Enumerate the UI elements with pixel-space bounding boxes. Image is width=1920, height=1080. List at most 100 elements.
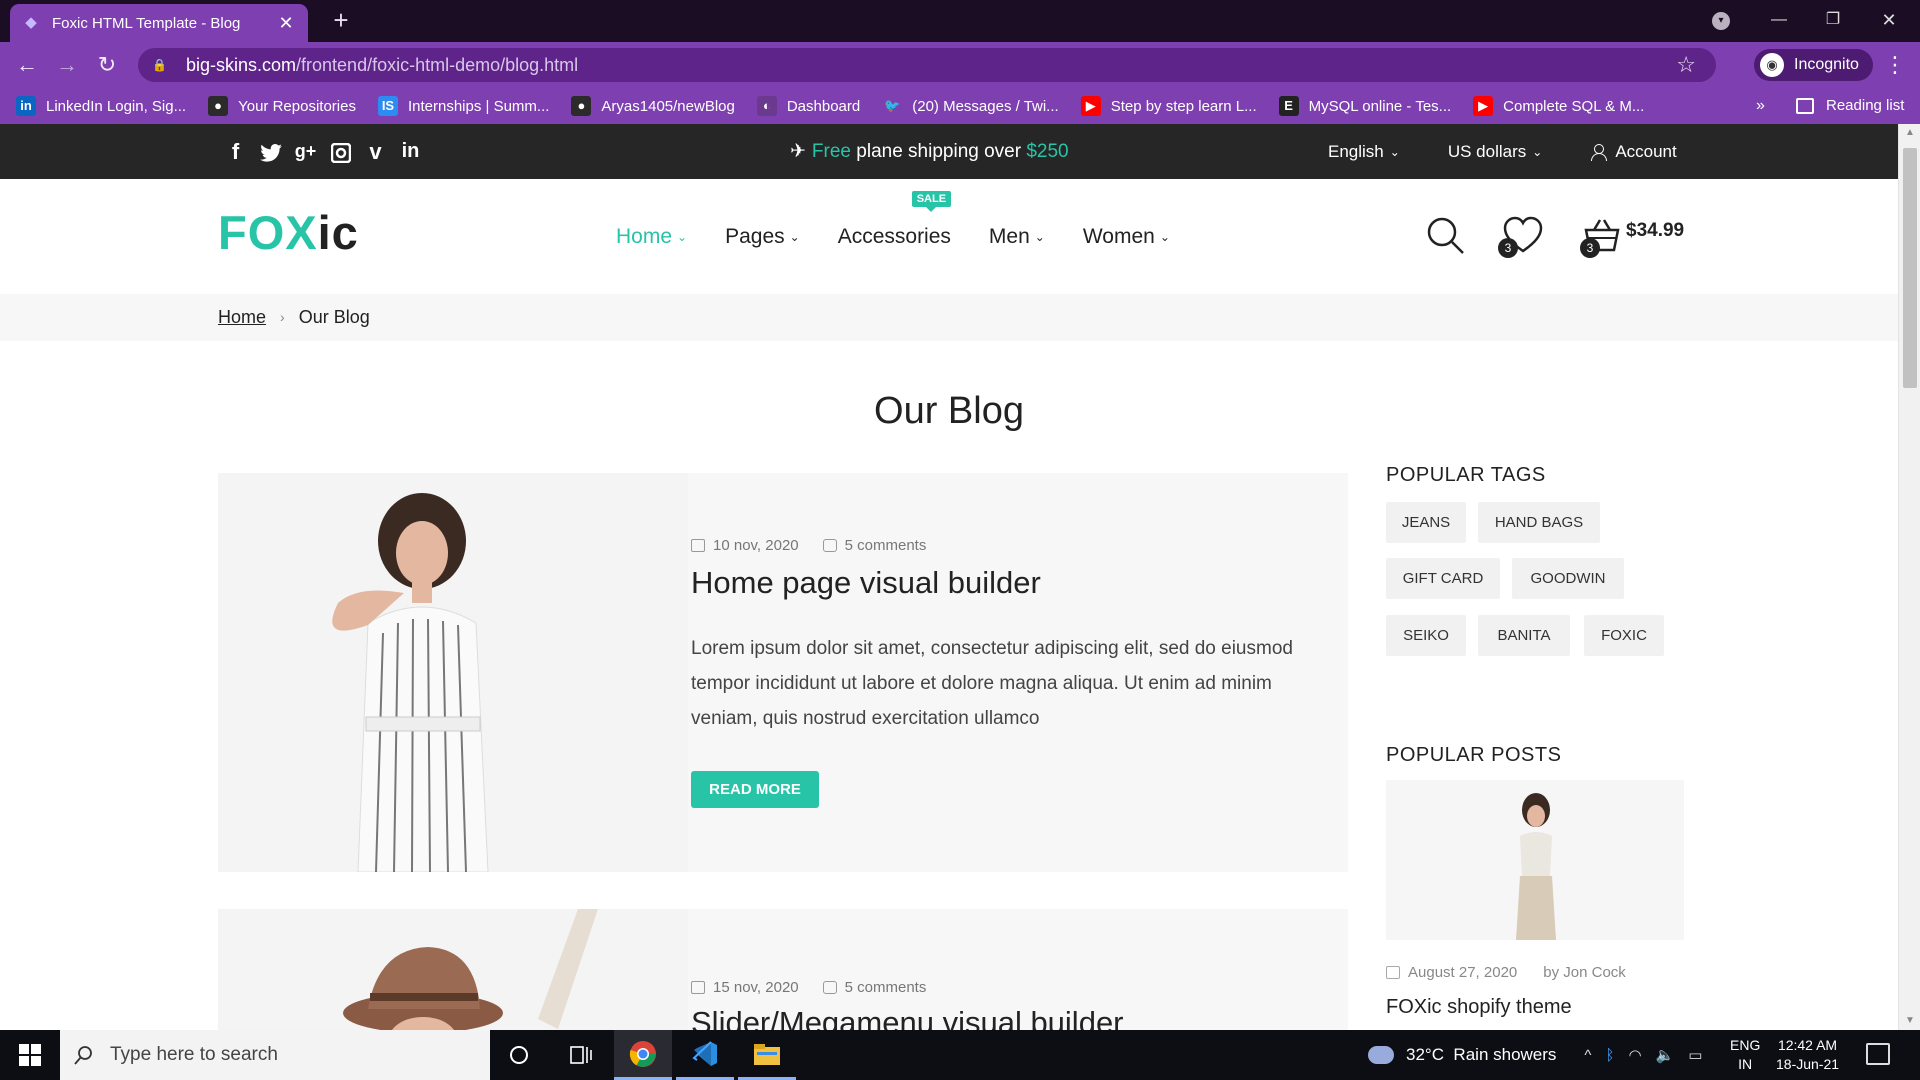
bookmark-star-icon[interactable]: ☆ bbox=[1676, 52, 1696, 78]
minimize-icon[interactable]: — bbox=[1756, 5, 1802, 35]
tag-item[interactable]: BANITA bbox=[1478, 615, 1570, 656]
chrome-taskbar-icon[interactable] bbox=[614, 1030, 672, 1080]
bookmark-item[interactable]: ● Your Repositories bbox=[208, 96, 356, 116]
nav-label: Men bbox=[988, 224, 1030, 248]
tag-item[interactable]: JEANS bbox=[1386, 502, 1466, 543]
bookmark-item[interactable]: E MySQL online - Tes... bbox=[1278, 96, 1451, 116]
post-comments[interactable]: 5 comments bbox=[822, 979, 926, 996]
chevron-down-icon: ⌄ bbox=[789, 229, 800, 244]
nav-item-accessories[interactable]: Accessories SALE bbox=[837, 190, 952, 249]
facebook-icon[interactable]: f bbox=[218, 124, 253, 179]
bookmark-label: Aryas1405/newBlog bbox=[601, 97, 735, 115]
logo-part-2: ic bbox=[317, 206, 359, 259]
bluetooth-icon[interactable]: ᛒ bbox=[1605, 1047, 1614, 1064]
breadcrumb-home-link[interactable]: Home bbox=[218, 294, 266, 341]
reload-icon[interactable]: ↻ bbox=[92, 50, 122, 80]
post-title[interactable]: Slider/Megamenu visual builder bbox=[691, 1005, 1124, 1030]
input-language[interactable]: ENG IN bbox=[1730, 1036, 1760, 1074]
linkedin-icon[interactable]: in bbox=[393, 124, 428, 179]
battery-icon[interactable]: ▭ bbox=[1688, 1046, 1702, 1064]
bookmark-item[interactable]: IS Internships | Summ... bbox=[377, 96, 549, 116]
google-plus-icon[interactable]: g+ bbox=[288, 124, 323, 179]
file-explorer-icon[interactable] bbox=[738, 1030, 796, 1080]
language-selector[interactable]: English ⌄ bbox=[1328, 142, 1400, 162]
bookmark-item[interactable]: in LinkedIn Login, Sig... bbox=[16, 96, 186, 116]
nav-item-pages[interactable]: Pages ⌄ bbox=[725, 225, 800, 249]
language-label: English bbox=[1328, 141, 1384, 161]
chevron-up-icon[interactable]: ^ bbox=[1584, 1047, 1591, 1064]
post-date: 10 nov, 2020 bbox=[691, 537, 799, 554]
nav-item-women[interactable]: Women ⌄ bbox=[1083, 225, 1170, 249]
bookmark-label: Dashboard bbox=[786, 97, 861, 115]
post-title[interactable]: Home page visual builder bbox=[691, 565, 1041, 601]
page-scrollbar[interactable]: ▲ ▼ bbox=[1898, 124, 1920, 1030]
cart-basket-icon[interactable]: 3 bbox=[1580, 216, 1622, 259]
bookmark-item[interactable]: ▶ Complete SQL & M... bbox=[1473, 96, 1644, 116]
search-icon[interactable] bbox=[1426, 216, 1466, 261]
bookmark-item[interactable]: ● Aryas1405/newBlog bbox=[571, 96, 735, 116]
weather-widget[interactable]: 32°C Rain showers bbox=[1368, 1045, 1556, 1065]
close-tab-icon[interactable]: ✕ bbox=[276, 13, 296, 34]
bookmark-favicon-icon: ● bbox=[571, 96, 592, 116]
bookmark-favicon-icon: in bbox=[16, 96, 36, 116]
tag-item[interactable]: GIFT CARD bbox=[1386, 558, 1500, 599]
currency-selector[interactable]: US dollars ⌄ bbox=[1448, 142, 1542, 162]
restore-icon[interactable]: ❐ bbox=[1810, 5, 1856, 35]
incognito-profile-button[interactable]: ◉ Incognito bbox=[1754, 49, 1873, 81]
cortana-icon[interactable] bbox=[490, 1030, 548, 1080]
post-image-woman-hat[interactable] bbox=[218, 909, 688, 1030]
instagram-icon[interactable] bbox=[323, 124, 358, 179]
popular-post-title[interactable]: FOXic shopify theme bbox=[1386, 996, 1572, 1019]
popular-post-image[interactable] bbox=[1386, 780, 1684, 940]
tag-item[interactable]: FOXIC bbox=[1584, 615, 1664, 656]
taskbar-clock[interactable]: 12:42 AM 18-Jun-21 bbox=[1776, 1036, 1839, 1074]
bookmark-favicon-icon: ● bbox=[208, 96, 229, 116]
tag-item[interactable]: SEIKO bbox=[1386, 615, 1466, 656]
bookmark-item[interactable]: 🐦 (20) Messages / Twi... bbox=[882, 96, 1059, 116]
new-tab-button[interactable]: + bbox=[326, 6, 356, 36]
bookmark-favicon-icon: ▶ bbox=[1473, 96, 1494, 116]
site-logo[interactable]: FOXic bbox=[218, 205, 359, 260]
close-window-icon[interactable]: ✕ bbox=[1866, 5, 1912, 35]
wishlist-heart-icon[interactable]: 3 bbox=[1498, 216, 1544, 259]
volume-icon[interactable]: 🔈 bbox=[1656, 1046, 1675, 1064]
cart-total[interactable]: $34.99 bbox=[1626, 220, 1684, 242]
nav-label: Home bbox=[616, 224, 673, 248]
vscode-taskbar-icon[interactable] bbox=[676, 1030, 734, 1080]
bookmark-item[interactable]: ◐ Dashboard bbox=[756, 96, 861, 116]
web-page: f g+ v in ✈ Free plane shipping over $250… bbox=[0, 124, 1898, 1030]
task-view-icon[interactable] bbox=[552, 1030, 610, 1080]
wifi-icon[interactable]: ◠ bbox=[1628, 1046, 1641, 1064]
url-field[interactable]: 🔒 big-skins.com /frontend/foxic-html-dem… bbox=[138, 48, 1716, 82]
promo-amount: $250 bbox=[1026, 141, 1069, 162]
taskbar-search-box[interactable]: Type here to search bbox=[60, 1030, 490, 1080]
vimeo-icon[interactable]: v bbox=[358, 124, 393, 179]
more-bookmarks-icon[interactable]: » bbox=[1756, 88, 1765, 124]
scroll-down-icon[interactable]: ▼ bbox=[1899, 1012, 1920, 1030]
scroll-up-icon[interactable]: ▲ bbox=[1899, 124, 1920, 142]
popular-post-author[interactable]: by Jon Cock bbox=[1543, 964, 1626, 981]
post-image-woman-striped-jumpsuit[interactable] bbox=[218, 473, 688, 872]
back-icon[interactable]: ← bbox=[12, 50, 42, 80]
plane-icon: ✈ bbox=[790, 141, 806, 162]
account-link[interactable]: Account bbox=[1590, 142, 1677, 162]
nav-item-home[interactable]: Home ⌄ bbox=[616, 225, 687, 249]
browser-menu-icon[interactable]: ⋮ bbox=[1884, 50, 1906, 80]
nav-label: Accessories bbox=[837, 224, 951, 248]
post-comments[interactable]: 5 comments bbox=[822, 537, 926, 554]
tag-item[interactable]: GOODWIN bbox=[1512, 558, 1624, 599]
social-links: f g+ v in bbox=[218, 124, 428, 179]
reading-list-button[interactable]: Reading list bbox=[1796, 88, 1904, 124]
browser-tab[interactable]: ◆ Foxic HTML Template - Blog ✕ bbox=[10, 4, 308, 42]
tag-item[interactable]: HAND BAGS bbox=[1478, 502, 1600, 543]
forward-icon[interactable]: → bbox=[52, 50, 82, 80]
scrollbar-thumb[interactable] bbox=[1903, 148, 1917, 388]
twitter-icon[interactable] bbox=[253, 124, 288, 179]
bookmark-item[interactable]: ▶ Step by step learn L... bbox=[1080, 96, 1257, 116]
notification-center-icon[interactable] bbox=[1866, 1043, 1890, 1065]
tab-search-icon[interactable]: ▾ bbox=[1712, 12, 1730, 30]
nav-item-men[interactable]: Men ⌄ bbox=[989, 225, 1045, 249]
start-button[interactable] bbox=[0, 1030, 60, 1080]
windows-taskbar: Type here to search 32°C Rain showers ^ … bbox=[0, 1030, 1920, 1080]
read-more-button[interactable]: READ MORE bbox=[691, 771, 819, 808]
